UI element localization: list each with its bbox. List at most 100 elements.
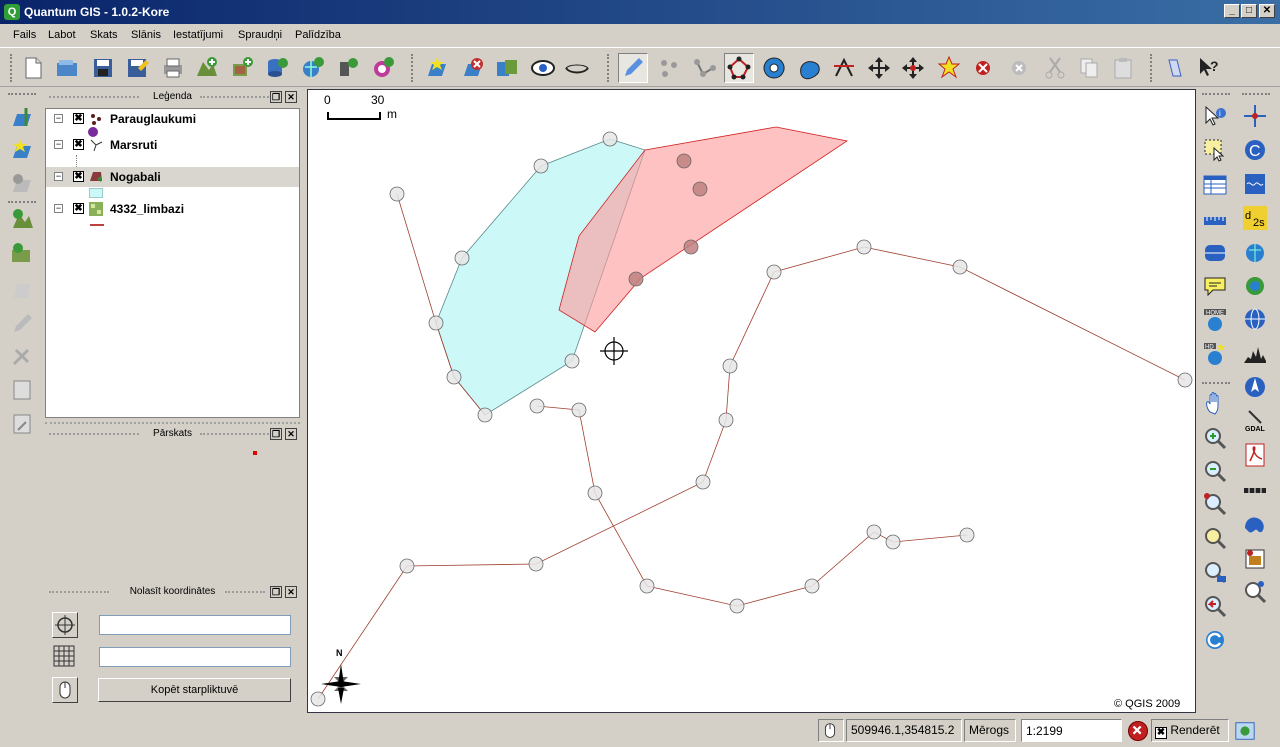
new-vector-layer-icon[interactable]	[8, 104, 38, 134]
add-vector-layer-icon[interactable]	[192, 53, 222, 83]
copyright-label-icon[interactable]: C	[1241, 136, 1271, 166]
move-vertex-icon[interactable]	[898, 53, 928, 83]
whats-this-help-icon[interactable]: ?	[1194, 53, 1224, 83]
capture-coords-toggle[interactable]	[818, 719, 844, 742]
gps-tools-icon[interactable]	[1241, 238, 1271, 268]
legend-tree[interactable]: − ✖ Parauglaukumi − ✖ Marsruti − ✖ Nogab…	[45, 108, 300, 418]
add-gps-layer-icon[interactable]	[368, 53, 398, 83]
pan-map-icon[interactable]	[1201, 390, 1231, 420]
add-vertex-icon[interactable]	[934, 53, 964, 83]
remove-layer-icon[interactable]	[458, 53, 488, 83]
zoom-to-layer-icon[interactable]	[1201, 558, 1231, 588]
page-disabled-icon[interactable]	[8, 376, 38, 406]
zoom-in-icon[interactable]	[1201, 424, 1231, 454]
paste-features-icon[interactable]	[1108, 53, 1138, 83]
layer-visibility-checkbox[interactable]: ✖	[73, 203, 84, 214]
layer-row-nogabali[interactable]: − ✖ Nogabali	[46, 167, 299, 187]
save-as-icon[interactable]	[122, 53, 152, 83]
add-postgis-layer-icon[interactable]	[262, 53, 292, 83]
capture-point-icon[interactable]	[654, 53, 684, 83]
toolbar-grip[interactable]	[607, 54, 611, 82]
stop-render-button[interactable]	[1128, 721, 1148, 741]
delete-selected-icon[interactable]	[1004, 53, 1034, 83]
new-project-icon[interactable]	[18, 53, 48, 83]
tool-disabled-icon[interactable]	[8, 342, 38, 372]
capture-line-icon[interactable]	[690, 53, 720, 83]
menu-skats[interactable]: Skats	[90, 29, 118, 41]
new-point-layer-icon[interactable]	[8, 136, 38, 166]
dxf2shp-icon[interactable]: d 2s	[1241, 204, 1271, 234]
projection-button[interactable]	[1234, 720, 1258, 742]
search-plugin-icon[interactable]	[1241, 578, 1271, 608]
plugin-icon[interactable]	[1160, 53, 1190, 83]
coordinate-field-1[interactable]	[99, 615, 291, 635]
maximize-button[interactable]: □	[1241, 4, 1257, 18]
zoom-out-icon[interactable]	[1201, 457, 1231, 487]
open-project-icon[interactable]	[52, 53, 82, 83]
add-raster-icon[interactable]	[8, 240, 38, 270]
print-icon[interactable]	[158, 53, 188, 83]
capture-coordinate-button[interactable]	[52, 612, 78, 638]
capture-polygon-icon[interactable]	[724, 53, 754, 83]
zoom-full-icon[interactable]	[1201, 524, 1231, 554]
wfs-icon[interactable]	[1241, 271, 1271, 301]
add-all-to-overview-icon[interactable]	[492, 53, 522, 83]
add-vector-icon[interactable]	[8, 206, 38, 236]
toolbar-grip[interactable]	[1150, 54, 1154, 82]
menu-palidziba[interactable]: Palīdzība	[295, 29, 341, 41]
split-features-icon[interactable]	[829, 53, 859, 83]
collapse-toggle[interactable]: −	[54, 204, 63, 213]
toolbar-grip[interactable]	[10, 54, 14, 82]
show-all-layers-icon[interactable]	[528, 53, 558, 83]
cut-features-icon[interactable]	[1040, 53, 1070, 83]
remove-layer-disabled-icon[interactable]	[8, 170, 38, 200]
render-checkbox[interactable]: ✖	[1155, 727, 1167, 739]
refresh-icon[interactable]	[1201, 626, 1231, 656]
add-island-icon[interactable]	[794, 53, 824, 83]
pdf-export-icon[interactable]	[1241, 441, 1271, 471]
identify-features-icon[interactable]: i	[1201, 103, 1231, 133]
close-coordinates-button[interactable]: ✕	[285, 586, 297, 598]
layer-visibility-checkbox[interactable]: ✖	[73, 139, 84, 150]
menu-fails[interactable]: Fails	[13, 29, 36, 41]
pencil-disabled-icon[interactable]	[8, 310, 38, 340]
copy-to-clipboard-button[interactable]: Kopēt starpliktuvē	[98, 678, 291, 702]
menu-labot[interactable]: Labot	[48, 29, 76, 41]
measure-area-icon[interactable]	[1201, 239, 1231, 269]
render-toggle[interactable]: ✖ Renderēt	[1151, 719, 1229, 742]
home-view-icon[interactable]: HOME	[1201, 306, 1231, 336]
mouse-tracking-button[interactable]	[52, 677, 78, 703]
layer-row-marsruti[interactable]: − ✖ Marsruti	[46, 135, 299, 155]
copy-features-icon[interactable]	[1074, 53, 1104, 83]
layer-visibility-checkbox[interactable]: ✖	[73, 171, 84, 182]
zoom-last-icon[interactable]	[1201, 592, 1231, 622]
menu-iestatijumi[interactable]: Iestatījumi	[173, 29, 223, 41]
new-vector-layer-icon[interactable]	[422, 53, 452, 83]
close-overview-button[interactable]: ✕	[285, 428, 297, 440]
menu-slanis[interactable]: Slānis	[131, 29, 161, 41]
layer-disabled-icon[interactable]	[8, 276, 38, 306]
histogram-icon[interactable]	[1241, 339, 1271, 369]
layer-row-4332-limbazi[interactable]: − ✖ 4332_limbazi	[46, 199, 299, 219]
north-arrow-plugin-icon[interactable]	[1241, 373, 1271, 403]
scale-bar-plugin-icon[interactable]	[1241, 476, 1271, 506]
collapse-toggle[interactable]: −	[54, 140, 63, 149]
attribute-table-icon[interactable]	[1201, 171, 1231, 201]
globe-icon[interactable]	[1241, 305, 1271, 335]
minimize-button[interactable]: _	[1224, 4, 1240, 18]
hd-view-icon[interactable]: HD	[1201, 340, 1231, 370]
coordinate-field-2[interactable]	[99, 647, 291, 667]
map-tips-icon[interactable]	[1201, 272, 1231, 302]
image-export-icon[interactable]	[1241, 545, 1271, 575]
move-feature-icon[interactable]	[864, 53, 894, 83]
scale-input[interactable]	[1021, 719, 1122, 742]
toolbar-grip[interactable]	[411, 54, 415, 82]
save-gps-icon[interactable]	[1241, 170, 1271, 200]
page-edit-disabled-icon[interactable]	[8, 410, 38, 440]
add-ring-icon[interactable]	[759, 53, 789, 83]
float-overview-button[interactable]: ❐	[270, 428, 282, 440]
collapse-toggle[interactable]: −	[54, 172, 63, 181]
delete-vertex-icon[interactable]	[968, 53, 998, 83]
gdal-tools-icon[interactable]: GDAL	[1241, 407, 1271, 437]
close-button[interactable]: ✕	[1259, 4, 1275, 18]
